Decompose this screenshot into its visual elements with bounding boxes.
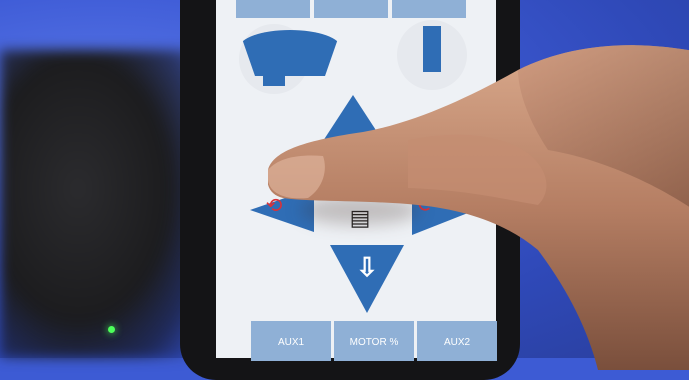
top-button-3[interactable] [392, 0, 466, 18]
top-button-1[interactable] [236, 0, 310, 18]
camera-status-led [108, 326, 115, 333]
pointing-hand [268, 45, 689, 370]
top-button-2[interactable] [314, 0, 388, 18]
camera-rig [0, 50, 195, 358]
